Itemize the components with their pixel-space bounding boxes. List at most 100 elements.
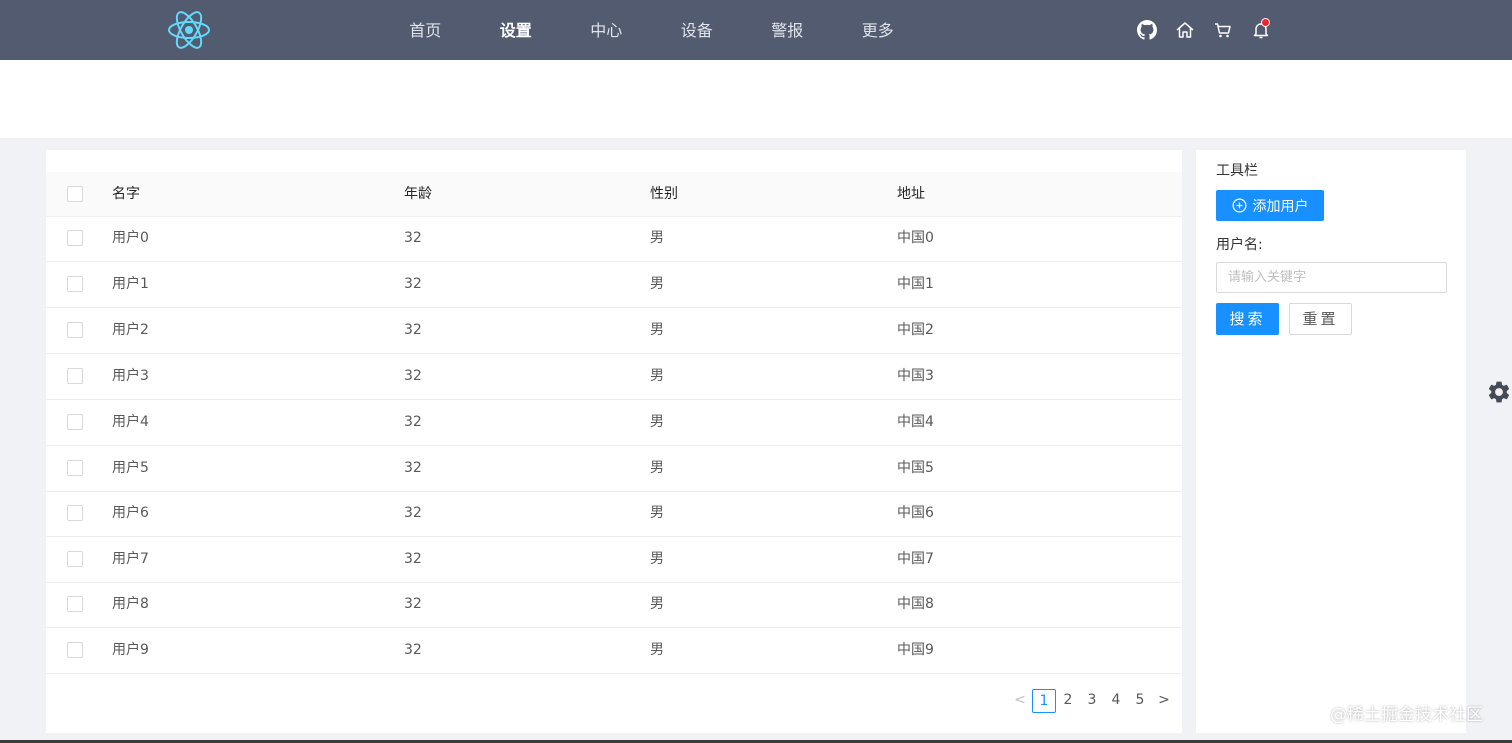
react-logo-icon[interactable] bbox=[166, 5, 212, 55]
cell-gender: 男 bbox=[650, 642, 664, 658]
cell-name: 用户0 bbox=[112, 230, 149, 246]
table-row[interactable]: 用户7 32 男 中国7 bbox=[46, 537, 1182, 583]
reset-button[interactable]: 重置 bbox=[1289, 303, 1352, 335]
column-header-gender: 性别 bbox=[650, 186, 678, 202]
username-label: 用户名: bbox=[1216, 237, 1263, 253]
cell-gender: 男 bbox=[650, 322, 664, 338]
nav-item-settings[interactable]: 设置 bbox=[471, 0, 562, 60]
add-user-button[interactable]: 添加用户 bbox=[1216, 190, 1324, 221]
table-row[interactable]: 用户0 32 男 中国0 bbox=[46, 216, 1182, 262]
cell-gender: 男 bbox=[650, 414, 664, 430]
cell-age: 32 bbox=[404, 368, 422, 384]
cell-address: 中国3 bbox=[897, 368, 934, 384]
toolbar-card: 工具栏 添加用户 用户名: 搜索 重置 bbox=[1196, 150, 1466, 733]
row-checkbox[interactable] bbox=[67, 551, 83, 567]
cell-name: 用户4 bbox=[112, 414, 149, 430]
row-checkbox[interactable] bbox=[67, 414, 83, 430]
page-button-1[interactable]: 1 bbox=[1032, 689, 1056, 713]
search-button[interactable]: 搜索 bbox=[1216, 303, 1279, 335]
row-checkbox[interactable] bbox=[67, 505, 83, 521]
select-all-checkbox[interactable] bbox=[67, 186, 83, 202]
cell-gender: 男 bbox=[650, 505, 664, 521]
cell-address: 中国9 bbox=[897, 642, 934, 658]
cell-gender: 男 bbox=[650, 596, 664, 612]
cell-name: 用户2 bbox=[112, 322, 149, 338]
cell-name: 用户9 bbox=[112, 642, 149, 658]
column-header-age: 年龄 bbox=[404, 186, 432, 202]
table-row[interactable]: 用户1 32 男 中国1 bbox=[46, 262, 1182, 308]
home-icon[interactable] bbox=[1166, 14, 1204, 46]
cell-gender: 男 bbox=[650, 276, 664, 292]
user-table-card: 名字 年龄 性别 地址 用户0 32 男 中国0 用户1 32 男 中国1 用户… bbox=[46, 150, 1182, 733]
cell-address: 中国5 bbox=[897, 460, 934, 476]
username-search-input[interactable] bbox=[1216, 262, 1447, 293]
cell-age: 32 bbox=[404, 276, 422, 292]
cell-age: 32 bbox=[404, 505, 422, 521]
watermark-text: @稀土掘金技术社区 bbox=[1330, 705, 1483, 725]
page-button-5[interactable]: 5 bbox=[1128, 689, 1152, 713]
cell-address: 中国1 bbox=[897, 276, 934, 292]
cell-address: 中国8 bbox=[897, 596, 934, 612]
nav-item-devices[interactable]: 设备 bbox=[652, 0, 743, 60]
next-page-button[interactable]: > bbox=[1152, 689, 1176, 713]
cell-age: 32 bbox=[404, 230, 422, 246]
pagination: < 1 2 3 4 5 > bbox=[1008, 689, 1176, 713]
main-nav: 首页 设置 中心 设备 警报 更多 bbox=[380, 0, 923, 60]
column-header-name: 名字 bbox=[112, 186, 140, 202]
row-checkbox[interactable] bbox=[67, 230, 83, 246]
cell-name: 用户3 bbox=[112, 368, 149, 384]
row-checkbox[interactable] bbox=[67, 322, 83, 338]
cell-name: 用户1 bbox=[112, 276, 149, 292]
cell-name: 用户8 bbox=[112, 596, 149, 612]
table-header: 名字 年龄 性别 地址 bbox=[46, 172, 1182, 217]
cell-age: 32 bbox=[404, 596, 422, 612]
bell-icon[interactable] bbox=[1242, 14, 1280, 46]
prev-page-button[interactable]: < bbox=[1008, 689, 1032, 713]
table-row[interactable]: 用户4 32 男 中国4 bbox=[46, 400, 1182, 446]
column-header-address: 地址 bbox=[897, 186, 925, 202]
cell-age: 32 bbox=[404, 551, 422, 567]
cell-address: 中国6 bbox=[897, 505, 934, 521]
nav-item-center[interactable]: 中心 bbox=[561, 0, 652, 60]
cell-age: 32 bbox=[404, 460, 422, 476]
table-row[interactable]: 用户2 32 男 中国2 bbox=[46, 308, 1182, 354]
cell-name: 用户7 bbox=[112, 551, 149, 567]
cell-gender: 男 bbox=[650, 368, 664, 384]
nav-item-alerts[interactable]: 警报 bbox=[742, 0, 833, 60]
cell-address: 中国2 bbox=[897, 322, 934, 338]
github-icon[interactable] bbox=[1128, 14, 1166, 46]
toolbar-title: 工具栏 bbox=[1216, 163, 1258, 179]
cell-age: 32 bbox=[404, 414, 422, 430]
row-checkbox[interactable] bbox=[67, 642, 83, 658]
nav-item-more[interactable]: 更多 bbox=[833, 0, 924, 60]
table-row[interactable]: 用户9 32 男 中国9 bbox=[46, 628, 1182, 674]
page-button-2[interactable]: 2 bbox=[1056, 689, 1080, 713]
row-checkbox[interactable] bbox=[67, 368, 83, 384]
table-row[interactable]: 用户6 32 男 中国6 bbox=[46, 491, 1182, 537]
plus-circle-icon bbox=[1232, 198, 1246, 213]
add-user-label: 添加用户 bbox=[1252, 198, 1309, 215]
cell-name: 用户6 bbox=[112, 505, 149, 521]
cell-gender: 男 bbox=[650, 230, 664, 246]
row-checkbox[interactable] bbox=[67, 276, 83, 292]
cell-age: 32 bbox=[404, 322, 422, 338]
cart-icon[interactable] bbox=[1204, 14, 1242, 46]
gear-icon[interactable] bbox=[1486, 379, 1512, 405]
notification-dot bbox=[1261, 18, 1270, 27]
table-row[interactable]: 用户5 32 男 中国5 bbox=[46, 446, 1182, 492]
cell-gender: 男 bbox=[650, 460, 664, 476]
header-actions bbox=[1128, 14, 1280, 46]
table-row[interactable]: 用户3 32 男 中国3 bbox=[46, 354, 1182, 400]
page-button-4[interactable]: 4 bbox=[1104, 689, 1128, 713]
table-row[interactable]: 用户8 32 男 中国8 bbox=[46, 582, 1182, 628]
top-navbar: 首页 设置 中心 设备 警报 更多 bbox=[0, 0, 1512, 60]
cell-address: 中国7 bbox=[897, 551, 934, 567]
page-button-3[interactable]: 3 bbox=[1080, 689, 1104, 713]
header-spacer bbox=[0, 60, 1512, 138]
row-checkbox[interactable] bbox=[67, 460, 83, 476]
nav-item-home[interactable]: 首页 bbox=[380, 0, 471, 60]
row-checkbox[interactable] bbox=[67, 596, 83, 612]
cell-name: 用户5 bbox=[112, 460, 149, 476]
cell-address: 中国0 bbox=[897, 230, 934, 246]
cell-gender: 男 bbox=[650, 551, 664, 567]
